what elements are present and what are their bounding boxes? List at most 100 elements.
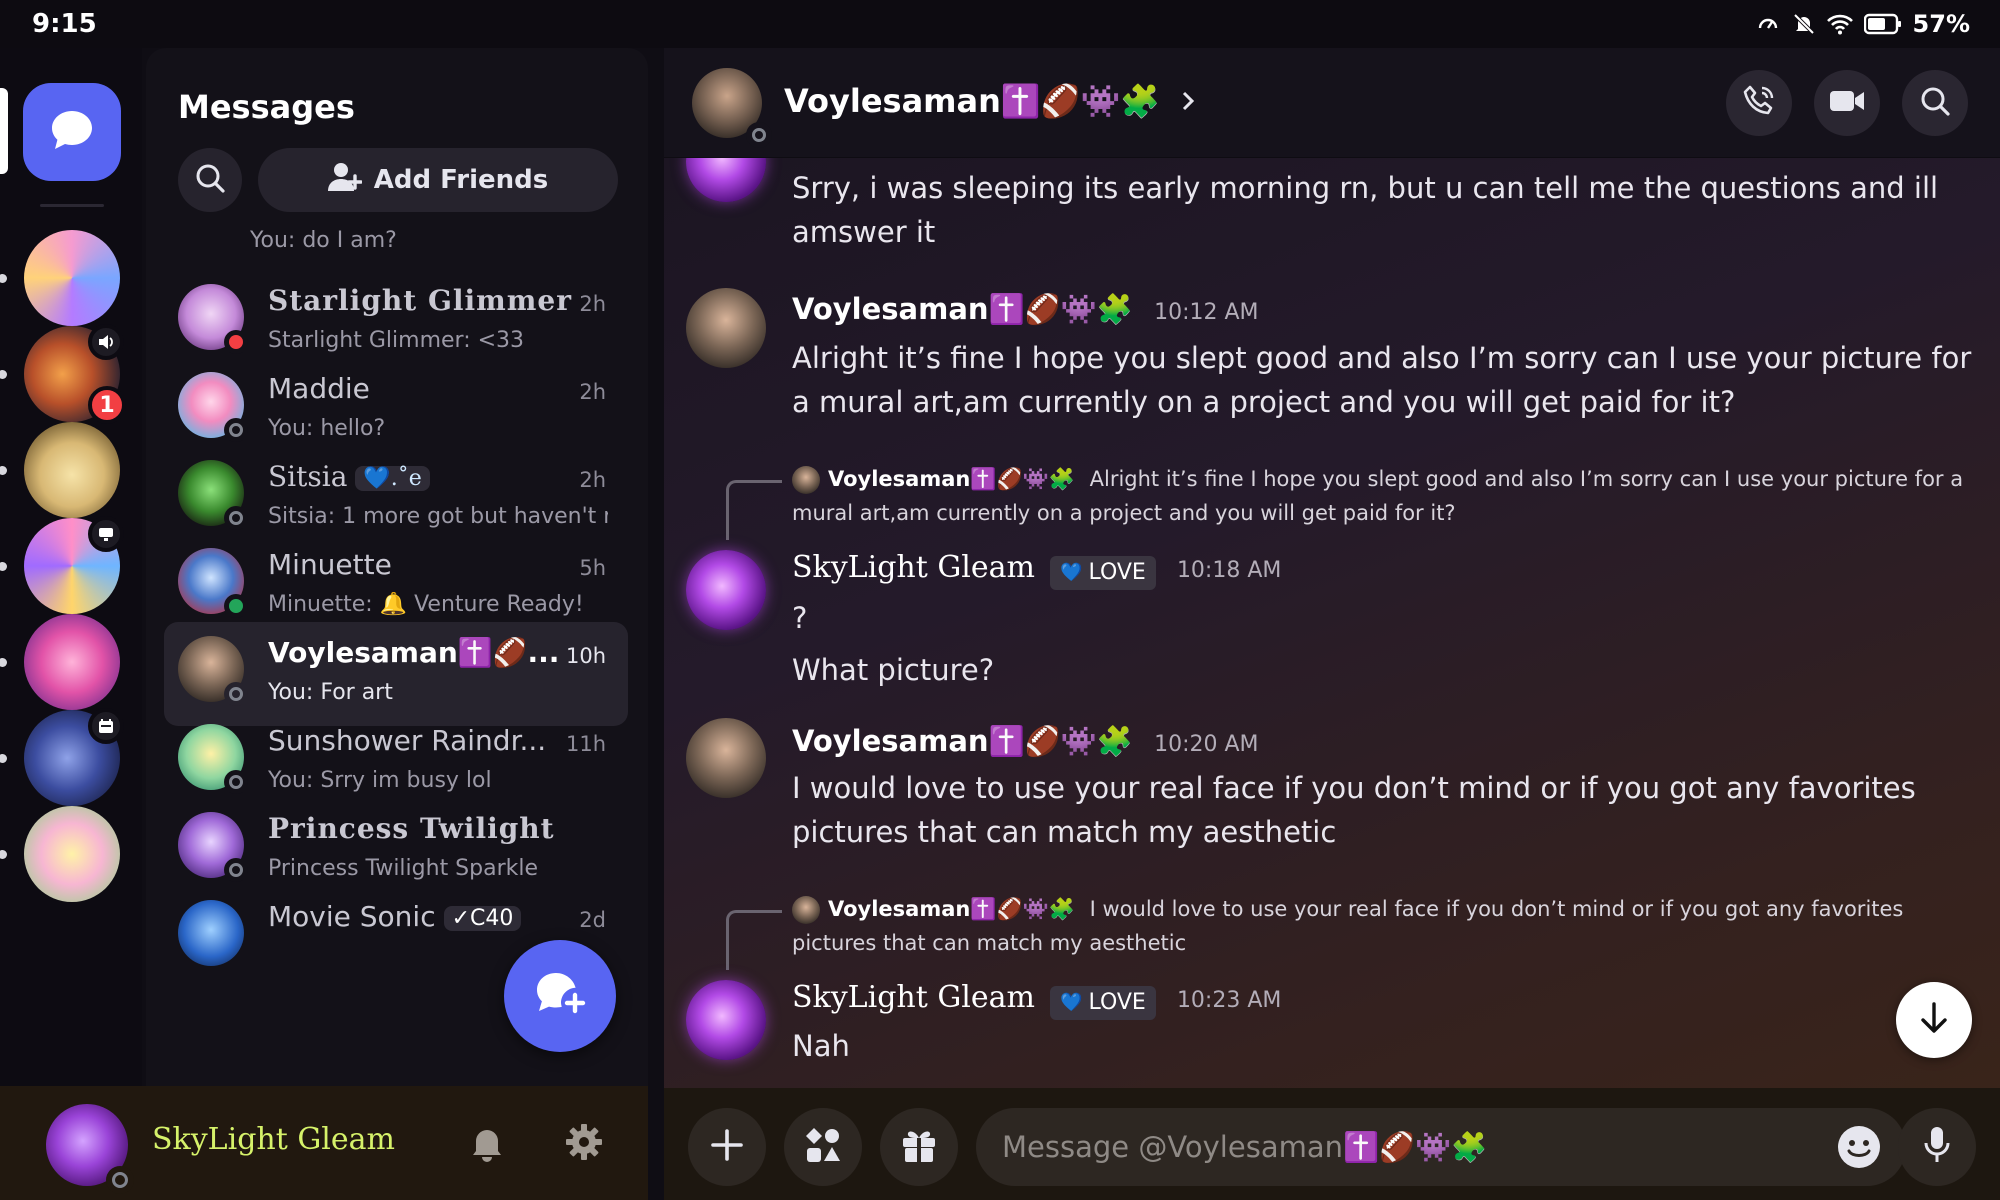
message-header: SkyLight Gleam 💙 LOVE 10:18 AM	[792, 550, 1281, 590]
dm-time: 2h	[579, 292, 606, 316]
search-button[interactable]	[1902, 70, 1968, 136]
bell-icon[interactable]	[470, 1124, 504, 1166]
gift-button[interactable]	[880, 1108, 958, 1186]
voice-message-button[interactable]	[1898, 1108, 1976, 1186]
unread-pip	[0, 658, 7, 667]
search-icon	[194, 162, 226, 198]
message-header: Voylesaman✝️🏈👾🧩 10:20 AM	[792, 724, 1259, 759]
dm-preview: You: hello?	[268, 416, 386, 441]
server-icon-5[interactable]	[24, 614, 120, 710]
reply-avatar	[792, 896, 820, 924]
status-offline	[746, 122, 772, 148]
jump-to-present-button[interactable]	[1896, 982, 1972, 1058]
message-author[interactable]: Voylesaman✝️🏈👾🧩	[792, 724, 1133, 758]
unread-pip	[0, 274, 7, 283]
message-avatar[interactable]	[686, 980, 766, 1060]
reply-author: Voylesaman✝️🏈👾🧩	[828, 467, 1075, 491]
dm-name: Voylesaman✝️🏈...	[268, 636, 560, 669]
recipient-name[interactable]: Voylesaman✝️🏈👾🧩	[784, 82, 1195, 120]
server-icon-1[interactable]	[24, 230, 120, 326]
stage-icon	[88, 516, 124, 552]
server-icon-3[interactable]	[24, 422, 120, 518]
server-rail: 1	[0, 48, 142, 1200]
chat-header: Voylesaman✝️🏈👾🧩	[664, 48, 2000, 158]
dm-name: Movie Sonic ✓C40	[268, 900, 522, 933]
chat-area: Srry, i was sleeping its early morning r…	[664, 48, 2000, 1200]
message-author[interactable]: SkyLight Gleam	[792, 980, 1035, 1015]
search-button[interactable]	[178, 148, 242, 212]
dm-name: Sitsia 💙.˚e	[268, 460, 430, 493]
new-message-button[interactable]	[504, 940, 616, 1052]
direct-messages-button[interactable]	[23, 83, 121, 181]
message-avatar[interactable]	[686, 288, 766, 368]
dm-time: 2d	[579, 908, 606, 932]
unread-pip	[0, 370, 7, 379]
user-name[interactable]: SkyLight Gleam	[152, 1122, 395, 1157]
status-offline	[224, 770, 248, 794]
server-icon-2[interactable]: 1	[24, 324, 126, 424]
user-panel: SkyLight Gleam	[0, 1086, 648, 1200]
message-avatar[interactable]	[686, 158, 766, 202]
unread-pip	[0, 562, 7, 571]
battery-icon	[1863, 11, 1903, 37]
message-text: I would love to use your real face if yo…	[792, 771, 1916, 849]
reply-connector	[726, 910, 782, 970]
message-time: 10:12 AM	[1154, 300, 1259, 325]
server-icon-4[interactable]	[24, 516, 124, 614]
dm-preview: Minuette: 🔔 Venture Ready!	[268, 592, 584, 617]
dm-name: Sunshower Raindr...	[268, 724, 547, 757]
attach-button[interactable]	[688, 1108, 766, 1186]
user-tag: ✓C40	[443, 905, 522, 931]
dm-preview: Starlight Glimmer: <33	[268, 328, 525, 353]
unread-pip	[0, 850, 7, 859]
call-button[interactable]	[1726, 70, 1792, 136]
reply-avatar	[792, 466, 820, 494]
message-header: Voylesaman✝️🏈👾🧩 10:12 AM	[792, 292, 1259, 327]
status-offline	[224, 418, 248, 442]
message-time: 10:23 AM	[1176, 988, 1282, 1013]
dm-time: 5h	[579, 556, 606, 580]
message-input[interactable]: Message @Voylesaman✝️🏈👾🧩	[976, 1108, 1906, 1186]
data-saver-icon	[1755, 11, 1781, 37]
server-icon-7[interactable]	[24, 806, 120, 902]
unread-pip	[0, 754, 7, 763]
video-call-button[interactable]	[1814, 70, 1880, 136]
tag-label: LOVE	[1088, 990, 1146, 1015]
message-placeholder: Message @Voylesaman✝️🏈👾🧩	[1002, 1129, 1488, 1164]
selected-indicator	[0, 88, 8, 174]
dm-name: Minuette	[268, 548, 392, 581]
new-message-icon	[534, 969, 586, 1023]
gear-icon[interactable]	[564, 1122, 604, 1166]
message-text: Alright it’s fine I hope you slept good …	[792, 341, 1972, 419]
add-friend-icon	[327, 162, 363, 199]
status-dnd	[224, 330, 248, 354]
emoji-icon[interactable]	[1836, 1124, 1882, 1177]
message-avatar[interactable]	[686, 550, 766, 630]
message-author[interactable]: SkyLight Gleam	[792, 550, 1035, 585]
message-time: 10:18 AM	[1176, 558, 1282, 583]
search-icon	[1919, 85, 1951, 121]
message-list[interactable]: Srry, i was sleeping its early morning r…	[664, 158, 2000, 1088]
message-author[interactable]: Voylesaman✝️🏈👾🧩	[792, 292, 1133, 326]
apps-button[interactable]	[784, 1108, 862, 1186]
dm-time: 11h	[565, 732, 606, 756]
heart-icon: 💙	[1060, 992, 1083, 1013]
composer: Message @Voylesaman✝️🏈👾🧩	[664, 1088, 2000, 1200]
reply-preview[interactable]: Voylesaman✝️🏈👾🧩 I would love to use your…	[792, 892, 1972, 960]
dm-bubble-icon	[49, 108, 95, 156]
add-friends-button[interactable]: Add Friends	[258, 148, 618, 212]
status-offline	[224, 506, 248, 530]
dm-time: 2h	[579, 468, 606, 492]
dm-preview: Princess Twilight Sparkle	[268, 856, 539, 881]
status-icons: 57%	[1755, 10, 1970, 38]
status-offline	[106, 1166, 134, 1194]
server-icon-6[interactable]	[24, 708, 124, 806]
dm-name: Princess Twilight	[268, 812, 555, 845]
dm-preview: You: Srry im busy lol	[268, 768, 492, 793]
status-bar: 9:15 57%	[0, 0, 2000, 48]
message-text: Nah	[792, 1029, 850, 1063]
message-avatar[interactable]	[686, 718, 766, 798]
reply-preview[interactable]: Voylesaman✝️🏈👾🧩 Alright it’s fine I hope…	[792, 462, 1972, 530]
reply-connector	[726, 480, 782, 540]
panel-title: Messages	[178, 88, 355, 126]
